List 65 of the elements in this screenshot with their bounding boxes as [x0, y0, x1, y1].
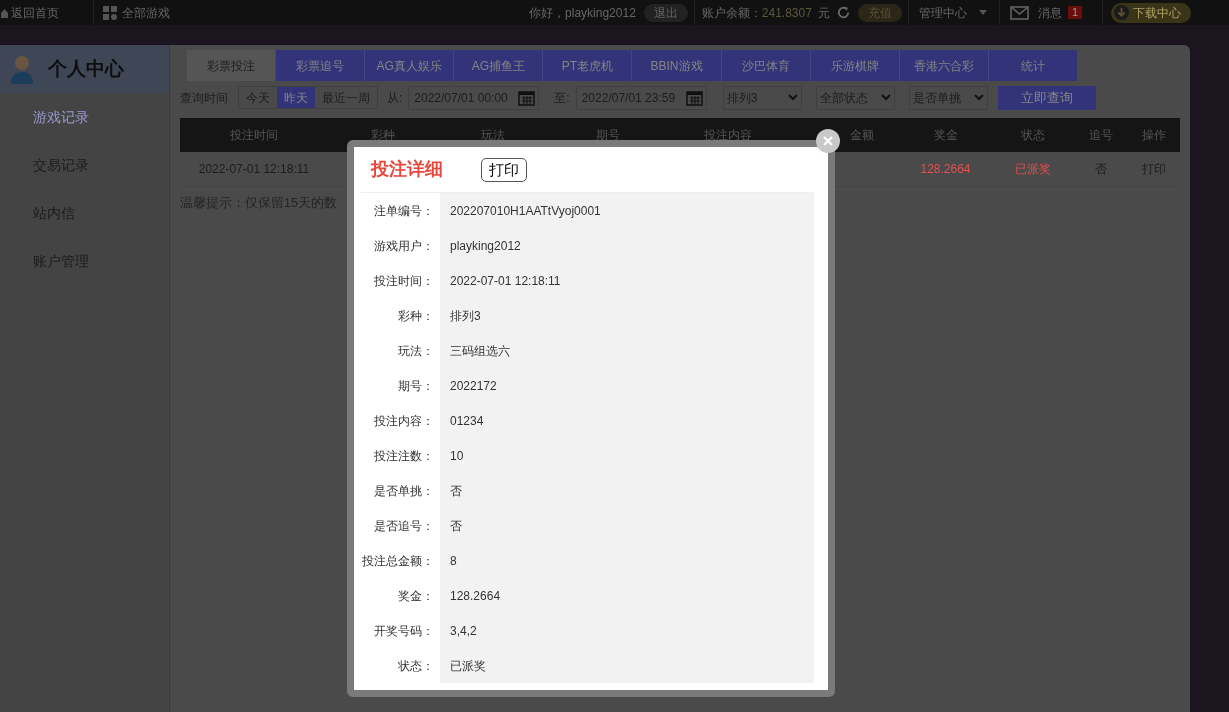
column-header: 状态	[1020, 127, 1046, 144]
column-header: 彩种	[370, 127, 396, 144]
caret-icon	[978, 10, 987, 15]
tab[interactable]: 彩票追号	[275, 50, 365, 81]
envelope-icon	[1009, 5, 1029, 20]
tab[interactable]: AG捕鱼王	[453, 50, 543, 81]
tab[interactable]: AG真人娱乐	[364, 50, 454, 81]
column-header: 投注内容	[703, 127, 753, 144]
field-value: 3,4,2	[440, 613, 814, 648]
house-icon	[1, 7, 8, 18]
field-value: 已派奖	[440, 648, 814, 683]
balance-amount: 241.8307	[761, 4, 812, 22]
chevron-down-icon	[787, 94, 798, 101]
balance-label: 账户余额：	[701, 4, 762, 22]
field-value: 8	[440, 543, 814, 578]
tab[interactable]: BBIN游戏	[631, 50, 721, 81]
message-count-badge: 1	[1067, 6, 1082, 19]
grid-icon	[103, 5, 118, 20]
user-avatar-icon	[9, 54, 35, 84]
admin-menu[interactable]: 管理中心	[918, 3, 967, 22]
tab[interactable]: 香港六合彩	[898, 50, 988, 81]
field-value: 10	[440, 438, 814, 473]
messages-link[interactable]: 消息	[1037, 3, 1062, 22]
print-button[interactable]: 打印	[481, 157, 527, 182]
tab[interactable]: PT老虎机	[542, 50, 632, 81]
currency-text: 元	[817, 4, 830, 22]
all-games-link[interactable]: 全部游戏	[122, 3, 170, 22]
field-value: 2022-07-01 12:18:11	[440, 263, 814, 298]
table-cell-text: 已派奖	[1014, 161, 1052, 178]
greeting-text: 你好，playking2012	[529, 4, 636, 22]
field-value: 128.2664	[440, 578, 814, 613]
download-center-button[interactable]: 下载中心	[1111, 2, 1191, 23]
dialog-title: 投注详细	[371, 158, 443, 181]
table-cell-text: 128.2664	[919, 161, 972, 178]
chevron-down-icon	[880, 94, 891, 101]
calendar-icon	[685, 89, 703, 106]
field-value: 202207010H1AATtVyoj0001	[440, 193, 814, 228]
field-value: 01234	[440, 403, 814, 438]
column-header: 玩法	[480, 127, 506, 144]
sidebar-title: 个人中心	[48, 56, 124, 81]
field-value: playking2012	[440, 228, 814, 263]
download-arrow-icon	[1114, 5, 1129, 20]
tab[interactable]: 乐游棋牌	[809, 50, 899, 81]
field-value: 2022172	[440, 368, 814, 403]
chevron-down-icon	[973, 94, 984, 101]
field-value: 否	[440, 508, 814, 543]
logout-button[interactable]: 退出	[643, 3, 688, 22]
column-header: 投注时间	[229, 127, 279, 144]
column-header: 金额	[850, 127, 874, 144]
column-header: 追号	[1087, 127, 1114, 144]
column-header: 操作	[1141, 127, 1167, 144]
field-value: 排列3	[440, 298, 814, 333]
tab[interactable]: 统计	[987, 50, 1077, 81]
close-icon	[823, 136, 833, 146]
calendar-icon	[518, 89, 536, 106]
date-range-button[interactable]: 昨天	[277, 87, 315, 108]
field-value: 三码组选六	[440, 333, 814, 368]
back-home-link[interactable]: 返回首页	[11, 3, 59, 22]
column-header: 奖金	[932, 127, 959, 144]
sidebar-item[interactable]: 游戏记录	[0, 93, 169, 141]
tab[interactable]: 沙巴体育	[720, 50, 810, 81]
refresh-icon[interactable]	[835, 5, 851, 20]
column-header: 期号	[595, 127, 621, 144]
field-value: 否	[440, 473, 814, 508]
query-button[interactable]: 立即查询	[997, 85, 1096, 110]
